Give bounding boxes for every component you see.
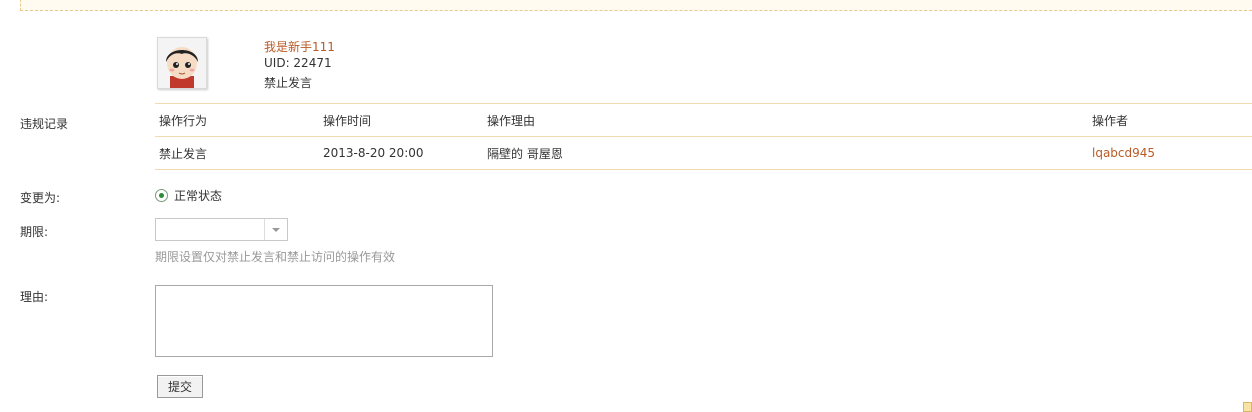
col-action: 操作行为 <box>155 103 319 137</box>
top-notice-bar <box>20 0 1252 11</box>
user-uid: UID: 22471 <box>264 56 332 70</box>
row-action: 禁止发言 <box>155 136 319 170</box>
user-status: 禁止发言 <box>264 76 313 90</box>
period-label: 期限: <box>20 225 49 239</box>
col-operator: 操作者 <box>1088 103 1252 137</box>
normal-status-label[interactable]: 正常状态 <box>174 187 222 204</box>
chevron-down-icon[interactable] <box>272 228 280 232</box>
corner-icon[interactable] <box>1243 402 1252 412</box>
normal-status-option[interactable]: 正常状态 <box>155 187 222 204</box>
reason-textarea[interactable] <box>155 285 493 357</box>
avatar <box>157 37 207 89</box>
col-time: 操作时间 <box>319 103 483 137</box>
table-header-row: 操作行为 操作时间 操作理由 操作者 <box>155 103 1252 137</box>
select-divider <box>264 219 265 240</box>
radio-selected-icon[interactable] <box>155 189 168 202</box>
reason-label: 理由: <box>20 290 49 304</box>
row-reason: 隔壁的 哥屋恩 <box>483 136 1088 170</box>
username-link[interactable]: 我是新手111 <box>264 38 335 55</box>
period-hint: 期限设置仅对禁止发言和禁止访问的操作有效 <box>155 250 396 264</box>
change-label: 变更为: <box>20 191 61 205</box>
row-operator-link[interactable]: lqabcd945 <box>1088 136 1252 170</box>
submit-button[interactable]: 提交 <box>157 375 203 398</box>
period-select[interactable] <box>155 218 288 241</box>
avatar-image <box>158 38 206 88</box>
row-time: 2013-8-20 20:00 <box>319 136 483 170</box>
table-row: 禁止发言 2013-8-20 20:00 隔壁的 哥屋恩 lqabcd945 <box>155 136 1252 170</box>
violations-table: 操作行为 操作时间 操作理由 操作者 禁止发言 2013-8-20 20:00 … <box>155 103 1252 170</box>
col-reason: 操作理由 <box>483 103 1088 137</box>
violations-label: 违规记录 <box>20 117 69 131</box>
